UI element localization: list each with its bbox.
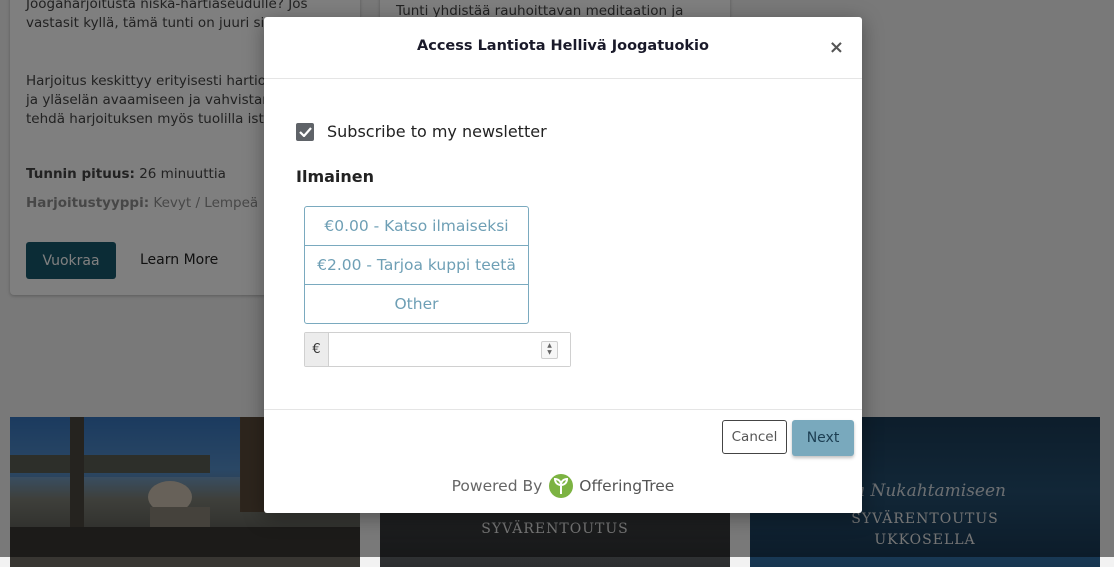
cancel-button[interactable]: Cancel (722, 420, 787, 454)
modal-header: Access Lantiota Hellivä Joogatuokio × (264, 17, 862, 79)
pricing-section-title: Ilmainen (296, 167, 375, 186)
price-option-tea[interactable]: €2.00 - Tarjoa kuppi teetä (305, 246, 528, 285)
newsletter-row[interactable]: Subscribe to my newsletter (296, 122, 547, 141)
currency-symbol: € (305, 333, 329, 366)
price-option-free[interactable]: €0.00 - Katso ilmaiseksi (305, 207, 528, 246)
modal-title: Access Lantiota Hellivä Joogatuokio (417, 38, 709, 54)
modal-footer-divider (264, 409, 862, 410)
powered-by-label: Powered By (451, 477, 543, 495)
brand-name: OfferingTree (579, 477, 675, 495)
powered-by[interactable]: Powered By OfferingTree (264, 473, 862, 499)
number-spinner-icon[interactable]: ▲ ▼ (541, 341, 558, 359)
custom-amount-input[interactable] (329, 333, 570, 366)
next-button[interactable]: Next (792, 420, 854, 456)
custom-amount-group: € ▲ ▼ (304, 332, 571, 367)
access-modal: Access Lantiota Hellivä Joogatuokio × Su… (264, 17, 862, 513)
offeringtree-logo-icon (549, 474, 574, 498)
price-option-other[interactable]: Other (305, 285, 528, 323)
price-options: €0.00 - Katso ilmaiseksi €2.00 - Tarjoa … (304, 206, 529, 324)
check-icon (298, 126, 312, 137)
newsletter-label: Subscribe to my newsletter (327, 122, 547, 141)
close-icon[interactable]: × (829, 37, 844, 58)
newsletter-checkbox[interactable] (296, 122, 314, 141)
